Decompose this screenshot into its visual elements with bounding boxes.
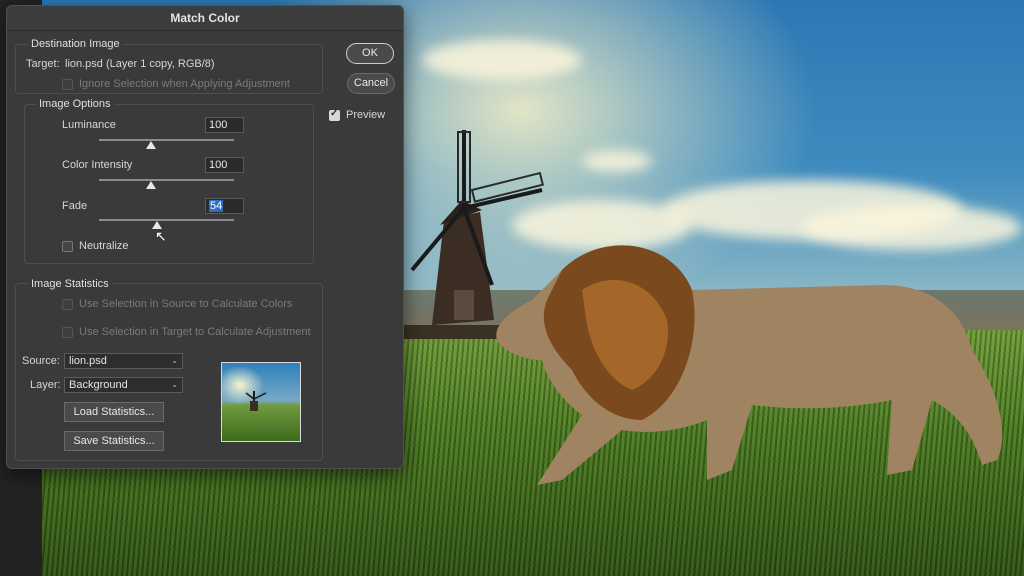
source-thumbnail [221,362,301,442]
layer-value: Background [69,379,128,391]
ignore-selection-checkbox[interactable] [62,79,73,90]
neutralize-label: Neutralize [79,240,129,252]
luminance-input[interactable]: 100 [205,117,244,133]
source-label: Source: [22,355,60,367]
use-target-selection-checkbox[interactable] [62,327,73,338]
chevron-down-icon: ⌄ [171,356,178,365]
preview-label: Preview [346,109,386,121]
layer-label: Layer: [30,379,61,391]
ignore-selection-label: Ignore Selection when Applying Adjustmen… [79,78,290,90]
neutralize-checkbox[interactable] [62,241,73,252]
dialog-title: Match Color [7,6,403,31]
chevron-down-icon: ⌄ [171,380,178,389]
color-intensity-slider-thumb[interactable] [146,181,156,189]
luminance-slider-thumb[interactable] [146,141,156,149]
use-target-selection-label: Use Selection in Target to Calculate Adj… [79,326,311,338]
use-source-selection-label: Use Selection in Source to Calculate Col… [79,298,293,310]
luminance-slider-track[interactable] [99,139,234,141]
luminance-value: 100 [209,119,228,131]
lion-graphic [496,245,1003,485]
match-color-dialog: Match Color Destination Image Target: li… [6,5,404,469]
ok-button[interactable]: OK [346,43,394,64]
target-label: Target: [26,58,60,70]
destination-image-label: Destination Image [28,38,123,50]
fade-input[interactable]: 54 [205,198,244,214]
layer-dropdown[interactable]: Background ⌄ [64,377,183,393]
source-value: lion.psd [69,355,107,367]
cancel-button[interactable]: Cancel [347,73,395,94]
color-intensity-label: Color Intensity [62,159,133,171]
source-dropdown[interactable]: lion.psd ⌄ [64,353,183,369]
mouse-cursor-icon: ↖ [155,228,167,244]
color-intensity-slider-track[interactable] [99,179,234,181]
luminance-label: Luminance [62,119,116,131]
fade-label: Fade [62,200,88,212]
use-source-selection-checkbox[interactable] [62,299,73,310]
fade-value: 54 [209,200,224,212]
image-options-label: Image Options [36,98,114,110]
load-statistics-button[interactable]: Load Statistics... [64,402,164,422]
target-value: lion.psd (Layer 1 copy, RGB/8) [65,58,215,70]
save-statistics-button[interactable]: Save Statistics... [64,431,164,451]
preview-checkbox[interactable] [329,108,340,121]
color-intensity-value: 100 [209,159,228,171]
fade-slider-track[interactable] [99,219,234,221]
color-intensity-input[interactable]: 100 [205,157,244,173]
image-statistics-label: Image Statistics [28,278,112,290]
